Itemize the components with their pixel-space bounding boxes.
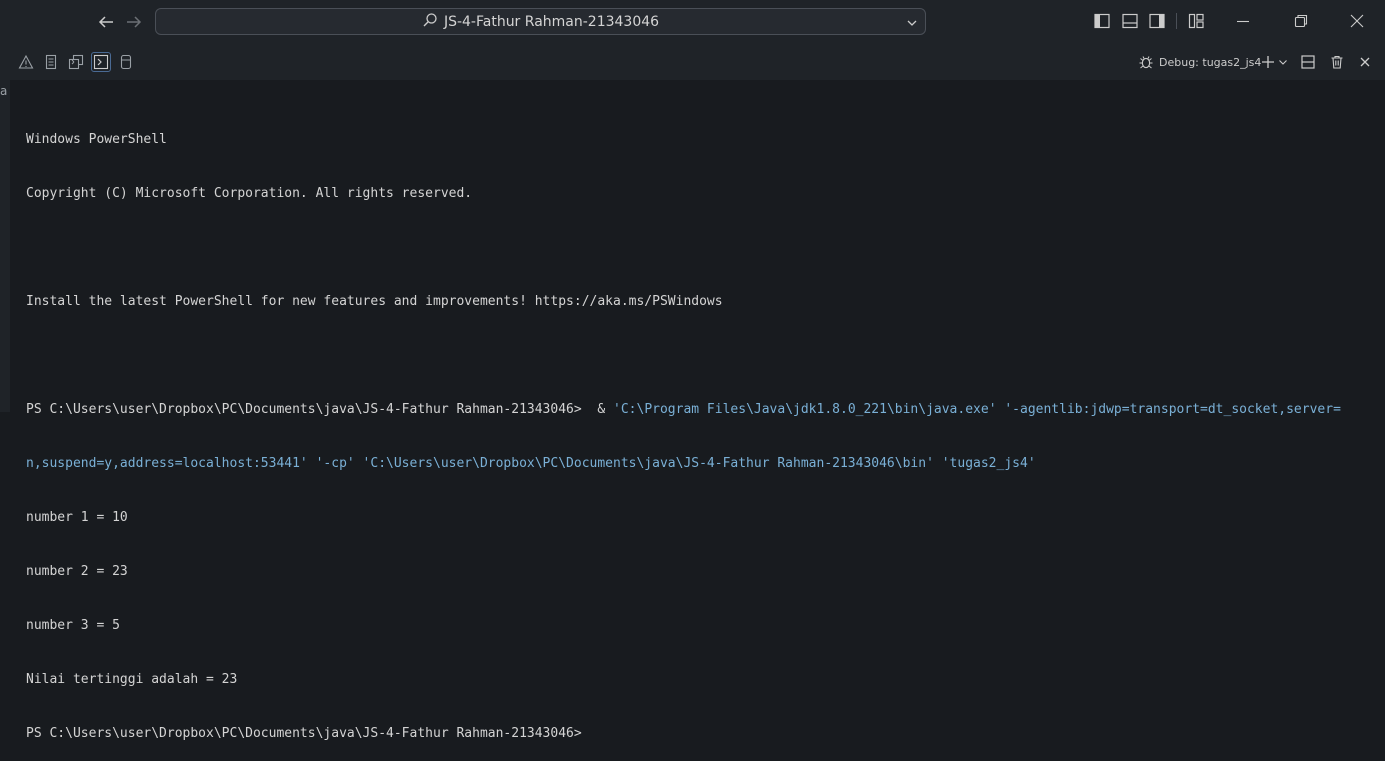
program-output: number 3 = 5 [26, 618, 120, 633]
toggle-panel-icon[interactable] [1119, 10, 1141, 32]
chevron-down-icon[interactable] [1276, 52, 1290, 72]
terminal-line: Windows PowerShell [26, 132, 167, 147]
problems-icon[interactable] [16, 52, 36, 72]
prompt: PS C:\Users\user\Dropbox\PC\Documents\ja… [26, 402, 590, 417]
terminal-icon[interactable] [91, 52, 111, 72]
debug-console-icon[interactable] [66, 52, 86, 72]
command-center-text: JS-4-Fathur Rahman-21343046 [443, 13, 660, 30]
title-bar: JS-4-Fathur Rahman-21343046 [0, 0, 1385, 44]
editor-edge: a [0, 44, 10, 412]
toggle-secondary-sidebar-icon[interactable] [1146, 10, 1168, 32]
terminal-output[interactable]: Windows PowerShell Copyright (C) Microso… [26, 95, 1341, 761]
call-operator: & [589, 402, 614, 417]
terminal-selector[interactable]: Debug: tugas2_js4 [1138, 52, 1261, 72]
program-output: Nilai tertinggi adalah = 23 [26, 672, 238, 687]
customize-layout-icon[interactable] [1185, 10, 1207, 32]
split-terminal-icon[interactable] [1298, 52, 1318, 72]
debug-session-label: Debug: tugas2_js4 [1159, 55, 1262, 69]
kill-terminal-icon[interactable] [1327, 52, 1347, 72]
toggle-primary-sidebar-icon[interactable] [1091, 10, 1113, 32]
command-arguments: 'C:\Program Files\Java\jdk1.8.0_221\bin\… [613, 402, 1341, 417]
terminal-line: Install the latest PowerShell for new fe… [26, 294, 723, 309]
command-center-label: JS-4-Fathur Rahman-21343046 [156, 9, 925, 34]
chevron-down-icon[interactable] [905, 15, 919, 29]
edge-text: a [0, 84, 8, 98]
command-arguments-continued: n,suspend=y,address=localhost:53441' '-c… [26, 456, 1036, 471]
restore-icon[interactable] [1290, 10, 1312, 32]
panel-header: Debug: tugas2_js4 [10, 44, 1385, 80]
close-icon[interactable] [1346, 10, 1368, 32]
search-icon [422, 12, 438, 32]
forward-arrow-icon[interactable] [123, 11, 145, 33]
back-arrow-icon[interactable] [95, 11, 117, 33]
terminal-line: Copyright (C) Microsoft Corporation. All… [26, 186, 473, 201]
bug-icon [1138, 54, 1154, 70]
command-center[interactable]: JS-4-Fathur Rahman-21343046 [155, 8, 926, 35]
terminal-command-line: PS C:\Users\user\Dropbox\PC\Documents\ja… [26, 401, 1341, 419]
program-output: number 2 = 23 [26, 564, 128, 579]
divider [1176, 13, 1177, 29]
close-panel-icon[interactable] [1355, 52, 1375, 72]
ports-icon[interactable] [116, 52, 136, 72]
terminal-prompt: PS C:\Users\user\Dropbox\PC\Documents\ja… [26, 726, 582, 741]
program-output: number 1 = 10 [26, 510, 128, 525]
new-terminal-icon[interactable] [1258, 52, 1278, 72]
minimize-icon[interactable] [1232, 10, 1254, 32]
output-icon[interactable] [41, 52, 61, 72]
